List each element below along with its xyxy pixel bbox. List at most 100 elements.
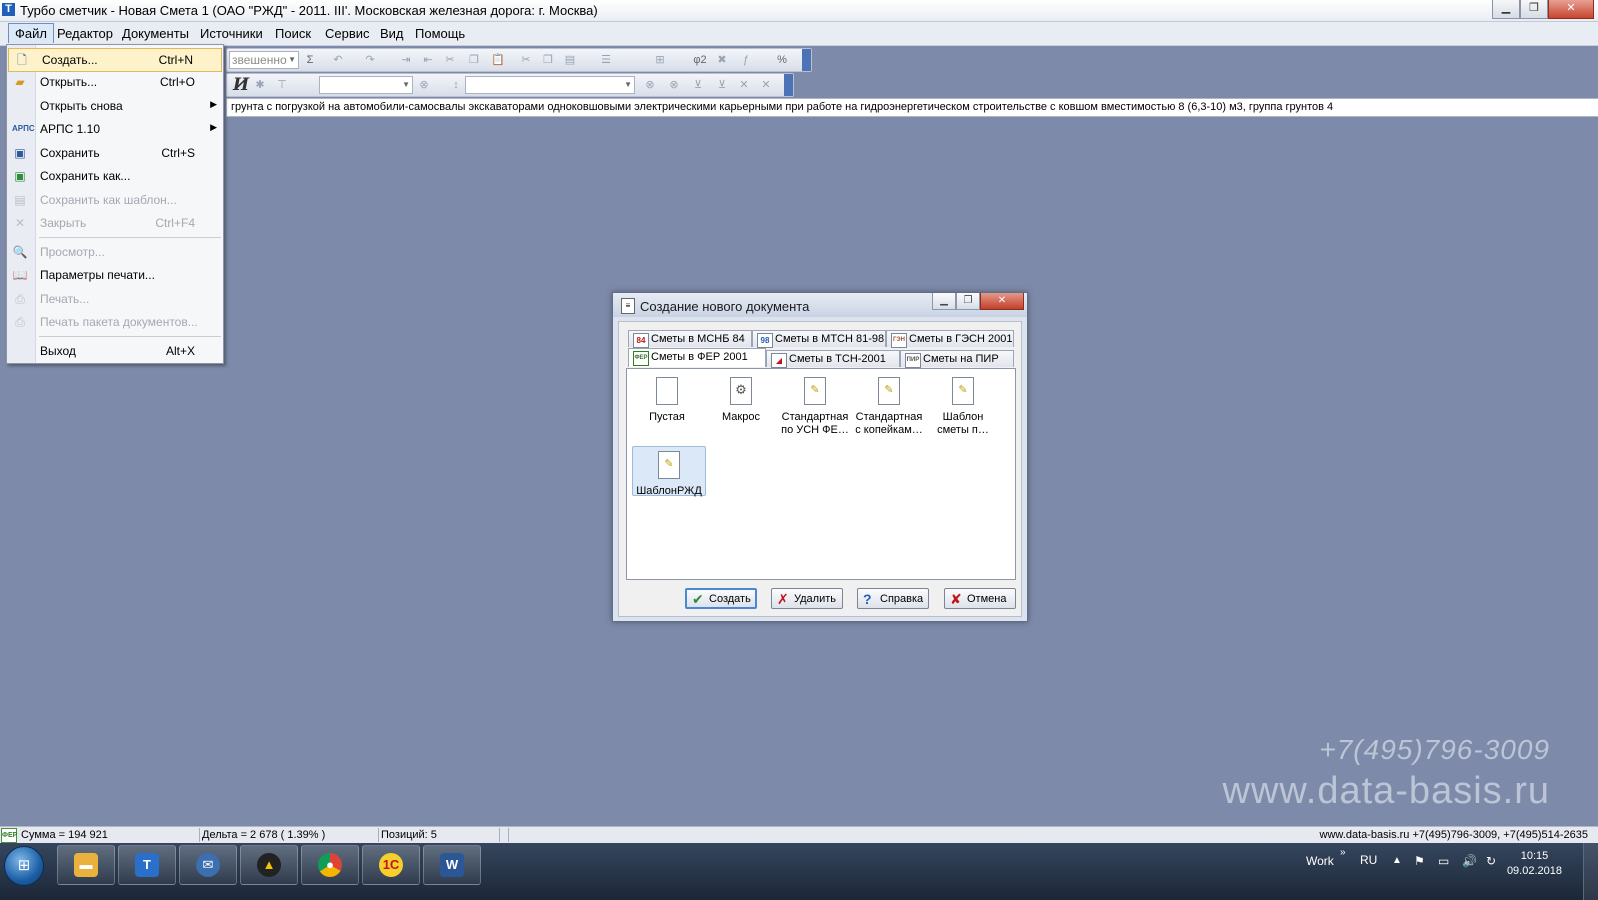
menu-item-preview[interactable]: 🔍 Просмотр... — [7, 241, 223, 263]
taskbar-thunderbird[interactable]: ✉ — [179, 845, 237, 885]
calc-icon[interactable]: ✖ — [715, 53, 729, 67]
template-rzd[interactable]: ✎ ШаблонРЖД — [632, 446, 706, 497]
copy-icon[interactable]: ❐ — [467, 53, 481, 67]
dialog-minimize-button[interactable]: ▁ — [932, 293, 956, 310]
menu-search[interactable]: Поиск — [271, 26, 315, 41]
clear-filter-icon[interactable]: ✕ — [737, 78, 751, 92]
template-standard-usn[interactable]: ✎ Стандартная по УСН ФЕ… — [779, 373, 851, 437]
help-button[interactable]: ? Справка — [857, 588, 929, 609]
menu-item-reopen[interactable]: Открыть снова ▶ — [7, 95, 223, 117]
group-icon[interactable]: ⊗ — [417, 78, 431, 92]
tab-tsn-2001[interactable]: ◢ Сметы в ТСН-2001 — [766, 350, 900, 368]
list-icon[interactable]: ☰ — [599, 53, 613, 67]
menu-item-print-settings[interactable]: 📖 Параметры печати... — [7, 264, 223, 286]
minimize-button[interactable]: ▁ — [1492, 0, 1520, 19]
msnb-icon: 84 — [633, 333, 649, 348]
dialog-title-bar[interactable]: ≡ Создание нового документа ▁ ❐ ✕ — [613, 293, 1027, 317]
delete-button[interactable]: ✗ Удалить — [771, 588, 843, 609]
redo-icon[interactable]: ↷ — [363, 53, 377, 67]
copy2-icon[interactable]: ❐ — [541, 53, 555, 67]
volume-icon[interactable]: 🔊 — [1462, 854, 1477, 868]
cancel-button[interactable]: ✘ Отмена — [944, 588, 1016, 609]
menu-item-exit[interactable]: Выход Alt+X — [7, 340, 223, 362]
menu-item-save[interactable]: ▣ Сохранить Ctrl+S — [7, 142, 223, 164]
taskbar-archicad[interactable]: ▲ — [240, 845, 298, 885]
menu-item-arps[interactable]: АРПС АРПС 1.10 ▶ — [7, 118, 223, 140]
sort-desc-icon[interactable]: ⊻ — [715, 78, 729, 92]
menu-editor[interactable]: Редактор — [53, 26, 117, 41]
tab-msnb-84[interactable]: 84 Сметы в МСНБ 84 — [628, 330, 752, 348]
paste2-icon[interactable]: ▤ — [563, 53, 577, 67]
cut2-icon[interactable]: ✂ — [519, 53, 533, 67]
start-button[interactable]: ⊞ — [4, 846, 44, 886]
font-combo[interactable]: ▼ — [319, 76, 413, 94]
cut-icon[interactable]: ✂ — [443, 53, 457, 67]
menu-separator — [39, 336, 221, 337]
sync-icon[interactable]: ↻ — [1486, 854, 1496, 868]
undo-icon[interactable]: ↶ — [331, 53, 345, 67]
create-button[interactable]: ✔ Создать — [685, 588, 757, 609]
find-next-icon[interactable]: ⊗ — [667, 78, 681, 92]
network-icon[interactable]: ▭ — [1438, 854, 1449, 868]
menu-item-open[interactable]: ▰ Открыть... Ctrl+O — [7, 71, 223, 93]
taskbar-chrome[interactable]: ● — [301, 845, 359, 885]
settings-icon[interactable]: ✱ — [253, 78, 267, 92]
formula-icon[interactable]: ƒ — [739, 53, 753, 67]
show-desktop-button[interactable] — [1583, 843, 1598, 900]
dialog-maximize-button[interactable]: ❐ — [956, 293, 980, 310]
clock[interactable]: 10:15 09.02.2018 — [1507, 849, 1562, 879]
search-combo[interactable]: ▼ — [465, 76, 635, 94]
menu-service[interactable]: Сервис — [321, 26, 374, 41]
menu-item-close[interactable]: ✕ Закрыть Ctrl+F4 — [7, 212, 223, 234]
template-smeta-p[interactable]: ✎ Шаблон сметы п… — [927, 373, 999, 437]
taskbar-word[interactable]: W — [423, 845, 481, 885]
phi-icon[interactable]: φ2 — [689, 53, 711, 67]
dialog-close-button[interactable]: ✕ — [980, 293, 1024, 310]
maximize-button[interactable]: ❐ — [1520, 0, 1548, 19]
find-icon[interactable]: ⊗ — [643, 78, 657, 92]
insert-col-icon[interactable]: ⇤ — [421, 53, 435, 67]
sum-icon[interactable]: Σ — [303, 53, 317, 67]
sort-asc-icon[interactable]: ⊻ — [691, 78, 705, 92]
italic-icon[interactable]: И — [233, 75, 249, 95]
menu-file[interactable]: Файл — [8, 23, 54, 43]
weight-combo[interactable]: звешенно ▼ — [229, 51, 299, 69]
template-empty[interactable]: Пустая — [631, 373, 703, 424]
menu-documents[interactable]: Документы — [118, 26, 193, 41]
flag-icon[interactable]: ⚑ — [1414, 854, 1425, 868]
tray-expand-icon[interactable]: » — [1340, 847, 1346, 858]
menu-item-create[interactable]: 🗋 Создать... Ctrl+N — [8, 48, 222, 72]
close-button[interactable]: ✕ — [1548, 0, 1594, 19]
taskbar-turbo-smetchik[interactable]: T — [118, 845, 176, 885]
tray-work-label[interactable]: Work — [1306, 854, 1334, 868]
remove-filter-icon[interactable]: ✕ — [759, 78, 773, 92]
tab-gesn-2001[interactable]: ГЭН Сметы в ГЭСН 2001 — [886, 330, 1014, 348]
toolbar-grip[interactable] — [784, 74, 793, 96]
tab-pir[interactable]: ПИР Сметы на ПИР — [900, 350, 1014, 368]
menu-item-save-template[interactable]: ▤ Сохранить как шаблон... — [7, 189, 223, 211]
menu-view[interactable]: Вид — [376, 26, 408, 41]
menu-item-save-as[interactable]: ▣ Сохранить как... — [7, 165, 223, 187]
tray-arrow-icon[interactable]: ▲ — [1392, 855, 1402, 866]
menu-help[interactable]: Помощь — [411, 26, 469, 41]
taskbar-explorer[interactable]: ▬ — [57, 845, 115, 885]
menu-item-print-batch[interactable]: ⎙ Печать пакета документов... — [7, 311, 223, 333]
template-macro[interactable]: ⚙ Макрос — [705, 373, 777, 424]
menu-sources[interactable]: Источники — [196, 26, 267, 41]
language-indicator[interactable]: RU — [1360, 853, 1377, 867]
paste-icon[interactable]: 📋 — [491, 53, 505, 67]
percent-icon[interactable]: % — [775, 53, 789, 67]
template-label: ШаблонРЖД — [636, 485, 702, 497]
menu-item-label: Печать пакета документов... — [40, 315, 198, 329]
chevron-down-icon: ▼ — [624, 80, 632, 89]
insert-row-icon[interactable]: ⇥ — [399, 53, 413, 67]
move-icon[interactable]: ↕ — [449, 78, 463, 92]
taskbar-1c[interactable]: 1С — [362, 845, 420, 885]
filter-icon[interactable]: ⊤ — [275, 78, 289, 92]
template-standard-kopecks[interactable]: ✎ Стандартная с копейкам… — [853, 373, 925, 437]
tab-mtsn-81-98[interactable]: 98 Сметы в МТСН 81-98 — [752, 330, 886, 348]
menu-item-print[interactable]: ⎙ Печать... — [7, 288, 223, 310]
tab-fer-2001[interactable]: ФЕР Сметы в ФЕР 2001 — [628, 348, 766, 367]
tree-icon[interactable]: ⊞ — [653, 53, 667, 67]
toolbar-grip[interactable] — [802, 49, 811, 71]
